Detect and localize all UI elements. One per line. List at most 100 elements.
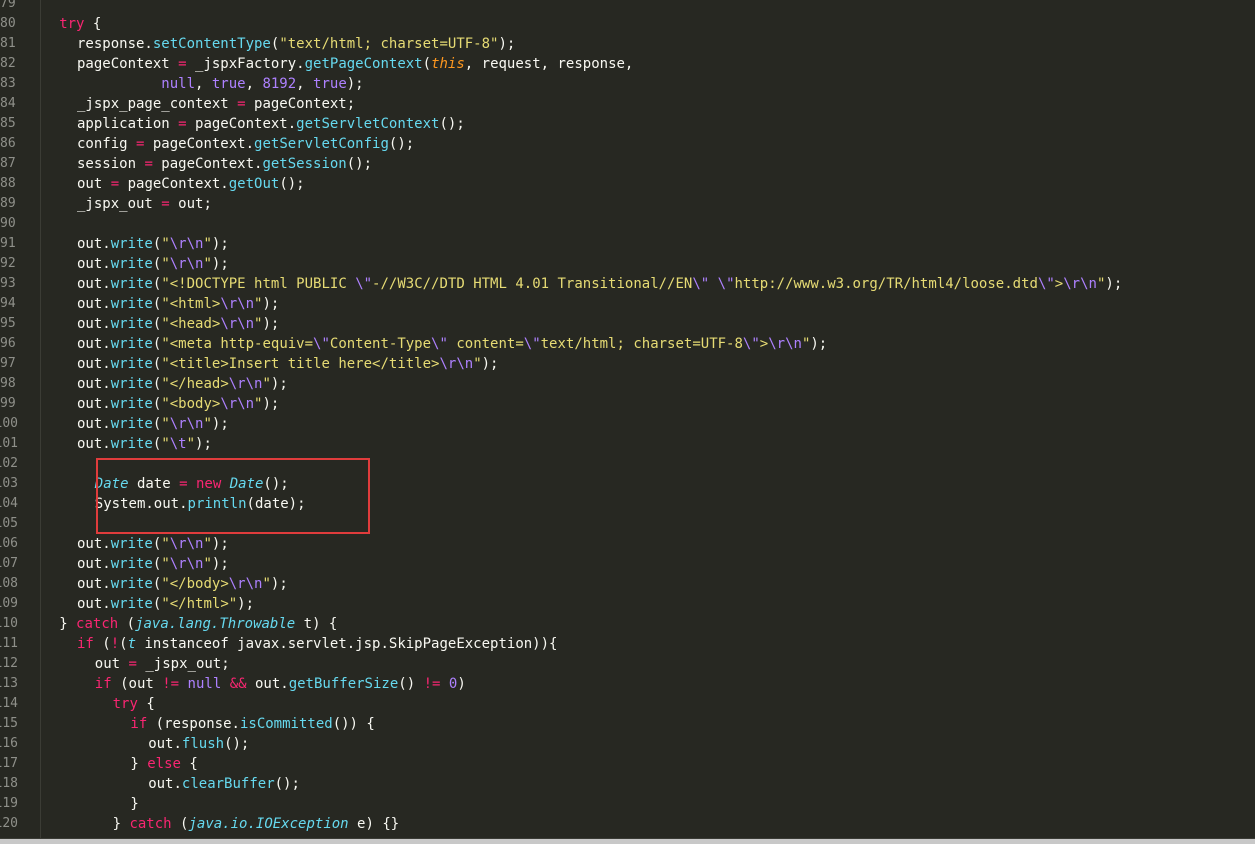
code-token: ); bbox=[262, 316, 280, 332]
code-token: ); bbox=[211, 536, 229, 552]
code-line[interactable]: 81 response.setContentType("text/html; ch… bbox=[0, 34, 1255, 54]
code-line[interactable]: 98 out.write("</head>\r\n"); bbox=[0, 374, 1255, 394]
code-line[interactable]: 83 null, true, 8192, true); bbox=[0, 74, 1255, 94]
line-number: 82 bbox=[0, 56, 16, 71]
code-line[interactable]: 101 out.write("\t"); bbox=[0, 434, 1255, 454]
code-line[interactable]: 90 bbox=[0, 214, 1255, 234]
code-line[interactable]: 115 if (response.isCommitted()) { bbox=[0, 714, 1255, 734]
code-token: = bbox=[178, 116, 187, 132]
code-token: ( bbox=[93, 636, 111, 652]
code-token: = bbox=[237, 96, 246, 112]
code-text: if (!(t instanceof javax.servlet.jsp.Ski… bbox=[77, 634, 557, 654]
line-number: 85 bbox=[0, 116, 16, 131]
line-number: 105 bbox=[0, 516, 18, 531]
code-line[interactable]: 85 application = pageContext.getServletCo… bbox=[0, 114, 1255, 134]
code-text: out.write("\r\n"); bbox=[77, 414, 229, 434]
code-line[interactable]: 114 try { bbox=[0, 694, 1255, 714]
code-token: try bbox=[59, 16, 85, 32]
code-line[interactable]: 84 _jspx_page_context = pageContext; bbox=[0, 94, 1255, 114]
code-line[interactable]: 82 pageContext = _jspxFactory.getPageCont… bbox=[0, 54, 1255, 74]
code-text: out = pageContext.getOut(); bbox=[77, 174, 305, 194]
code-line[interactable]: 79 bbox=[0, 0, 1255, 14]
code-token: (out bbox=[111, 676, 163, 692]
code-token: out. bbox=[77, 376, 111, 392]
code-token: ) bbox=[457, 676, 466, 692]
code-text: } bbox=[130, 794, 138, 814]
code-line[interactable]: 91 out.write("\r\n"); bbox=[0, 234, 1255, 254]
code-token: _jspx_out; bbox=[136, 656, 230, 672]
code-line[interactable]: 88 out = pageContext.getOut(); bbox=[0, 174, 1255, 194]
code-token: getPageContext bbox=[304, 56, 423, 72]
line-number: 96 bbox=[0, 336, 16, 351]
line-number: 102 bbox=[0, 456, 18, 471]
code-token: } bbox=[130, 756, 148, 772]
code-line[interactable]: 112 out = _jspx_out; bbox=[0, 654, 1255, 674]
code-line[interactable]: 120} catch (java.io.IOException e) {} bbox=[0, 814, 1255, 834]
code-line[interactable]: 106 out.write("\r\n"); bbox=[0, 534, 1255, 554]
code-text: out.write("<body>\r\n"); bbox=[77, 394, 279, 414]
code-token: "<head> bbox=[161, 316, 221, 332]
code-text: out.write("\r\n"); bbox=[77, 554, 229, 574]
code-line[interactable]: 107 out.write("\r\n"); bbox=[0, 554, 1255, 574]
code-token: ); bbox=[810, 336, 828, 352]
code-token: " bbox=[186, 436, 196, 452]
code-token: getBufferSize bbox=[288, 676, 399, 692]
code-token: ); bbox=[237, 596, 255, 612]
code-editor[interactable]: 79 80 try {81 response.setContentType("text… bbox=[0, 0, 1255, 844]
code-line[interactable]: 95 out.write("<head>\r\n"); bbox=[0, 314, 1255, 334]
code-token: \r\n bbox=[220, 316, 255, 332]
code-token: write bbox=[110, 356, 153, 372]
code-text: out.write("</head>\r\n"); bbox=[77, 374, 288, 394]
code-line[interactable]: 89 _jspx_out = out; bbox=[0, 194, 1255, 214]
code-token: out. bbox=[77, 436, 111, 452]
code-line[interactable]: 80 try { bbox=[0, 14, 1255, 34]
code-token: content= bbox=[447, 336, 524, 352]
code-line[interactable]: 99 out.write("<body>\r\n"); bbox=[0, 394, 1255, 414]
line-number: 120 bbox=[0, 816, 18, 831]
code-line[interactable]: 119} bbox=[0, 794, 1255, 814]
code-text: if (response.isCommitted()) { bbox=[130, 714, 374, 734]
code-line[interactable]: 110} catch (java.lang.Throwable t) { bbox=[0, 614, 1255, 634]
code-token: (); bbox=[279, 176, 305, 192]
code-token: catch bbox=[129, 816, 172, 832]
code-text: out.write("<meta http-equiv=\"Content-Ty… bbox=[77, 334, 827, 354]
code-line[interactable]: 86 config = pageContext.getServletConfig(… bbox=[0, 134, 1255, 154]
horizontal-scrollbar-thumb[interactable] bbox=[0, 839, 1255, 844]
code-line[interactable]: 118 out.clearBuffer(); bbox=[0, 774, 1255, 794]
code-token: } bbox=[130, 796, 139, 812]
code-token: write bbox=[110, 236, 153, 252]
code-line[interactable]: 109 out.write("</html>"); bbox=[0, 594, 1255, 614]
code-line[interactable]: 116 out.flush(); bbox=[0, 734, 1255, 754]
code-token: setContentType bbox=[152, 36, 271, 52]
code-token: t bbox=[127, 636, 137, 652]
highlight-box bbox=[96, 458, 370, 534]
code-line[interactable]: 87 session = pageContext.getSession(); bbox=[0, 154, 1255, 174]
code-token: > bbox=[1054, 276, 1064, 292]
code-line[interactable]: 100 out.write("\r\n"); bbox=[0, 414, 1255, 434]
code-token: write bbox=[110, 376, 153, 392]
code-token: "<body> bbox=[161, 396, 221, 412]
code-text: try { bbox=[113, 694, 155, 714]
code-token: if bbox=[94, 676, 112, 692]
code-token: = bbox=[110, 176, 120, 192]
code-line[interactable]: 94 out.write("<html>\r\n"); bbox=[0, 294, 1255, 314]
code-line[interactable]: 117} else { bbox=[0, 754, 1255, 774]
code-line[interactable]: 108 out.write("</body>\r\n"); bbox=[0, 574, 1255, 594]
code-line[interactable]: 113 if (out != null && out.getBufferSize(… bbox=[0, 674, 1255, 694]
line-number: 100 bbox=[0, 416, 18, 431]
code-token: " bbox=[161, 236, 170, 252]
code-line[interactable]: 96 out.write("<meta http-equiv=\"Content-… bbox=[0, 334, 1255, 354]
code-token: t) { bbox=[295, 616, 338, 632]
code-token: " bbox=[473, 356, 482, 372]
code-text: out.write("</body>\r\n"); bbox=[77, 574, 288, 594]
code-token: \" bbox=[742, 336, 760, 352]
code-text: response.setContentType("text/html; char… bbox=[77, 34, 515, 54]
code-token: \r\n bbox=[220, 296, 255, 312]
code-line[interactable]: 93 out.write("<!DOCTYPE html PUBLIC \"-//… bbox=[0, 274, 1255, 294]
code-line[interactable]: 97 out.write("<title>Insert title here</t… bbox=[0, 354, 1255, 374]
code-token: ); bbox=[481, 356, 499, 372]
code-line[interactable]: 111if (!(t instanceof javax.servlet.jsp.… bbox=[0, 634, 1255, 654]
code-token: \" bbox=[717, 276, 735, 292]
line-number: 112 bbox=[0, 656, 18, 671]
code-line[interactable]: 92 out.write("\r\n"); bbox=[0, 254, 1255, 274]
